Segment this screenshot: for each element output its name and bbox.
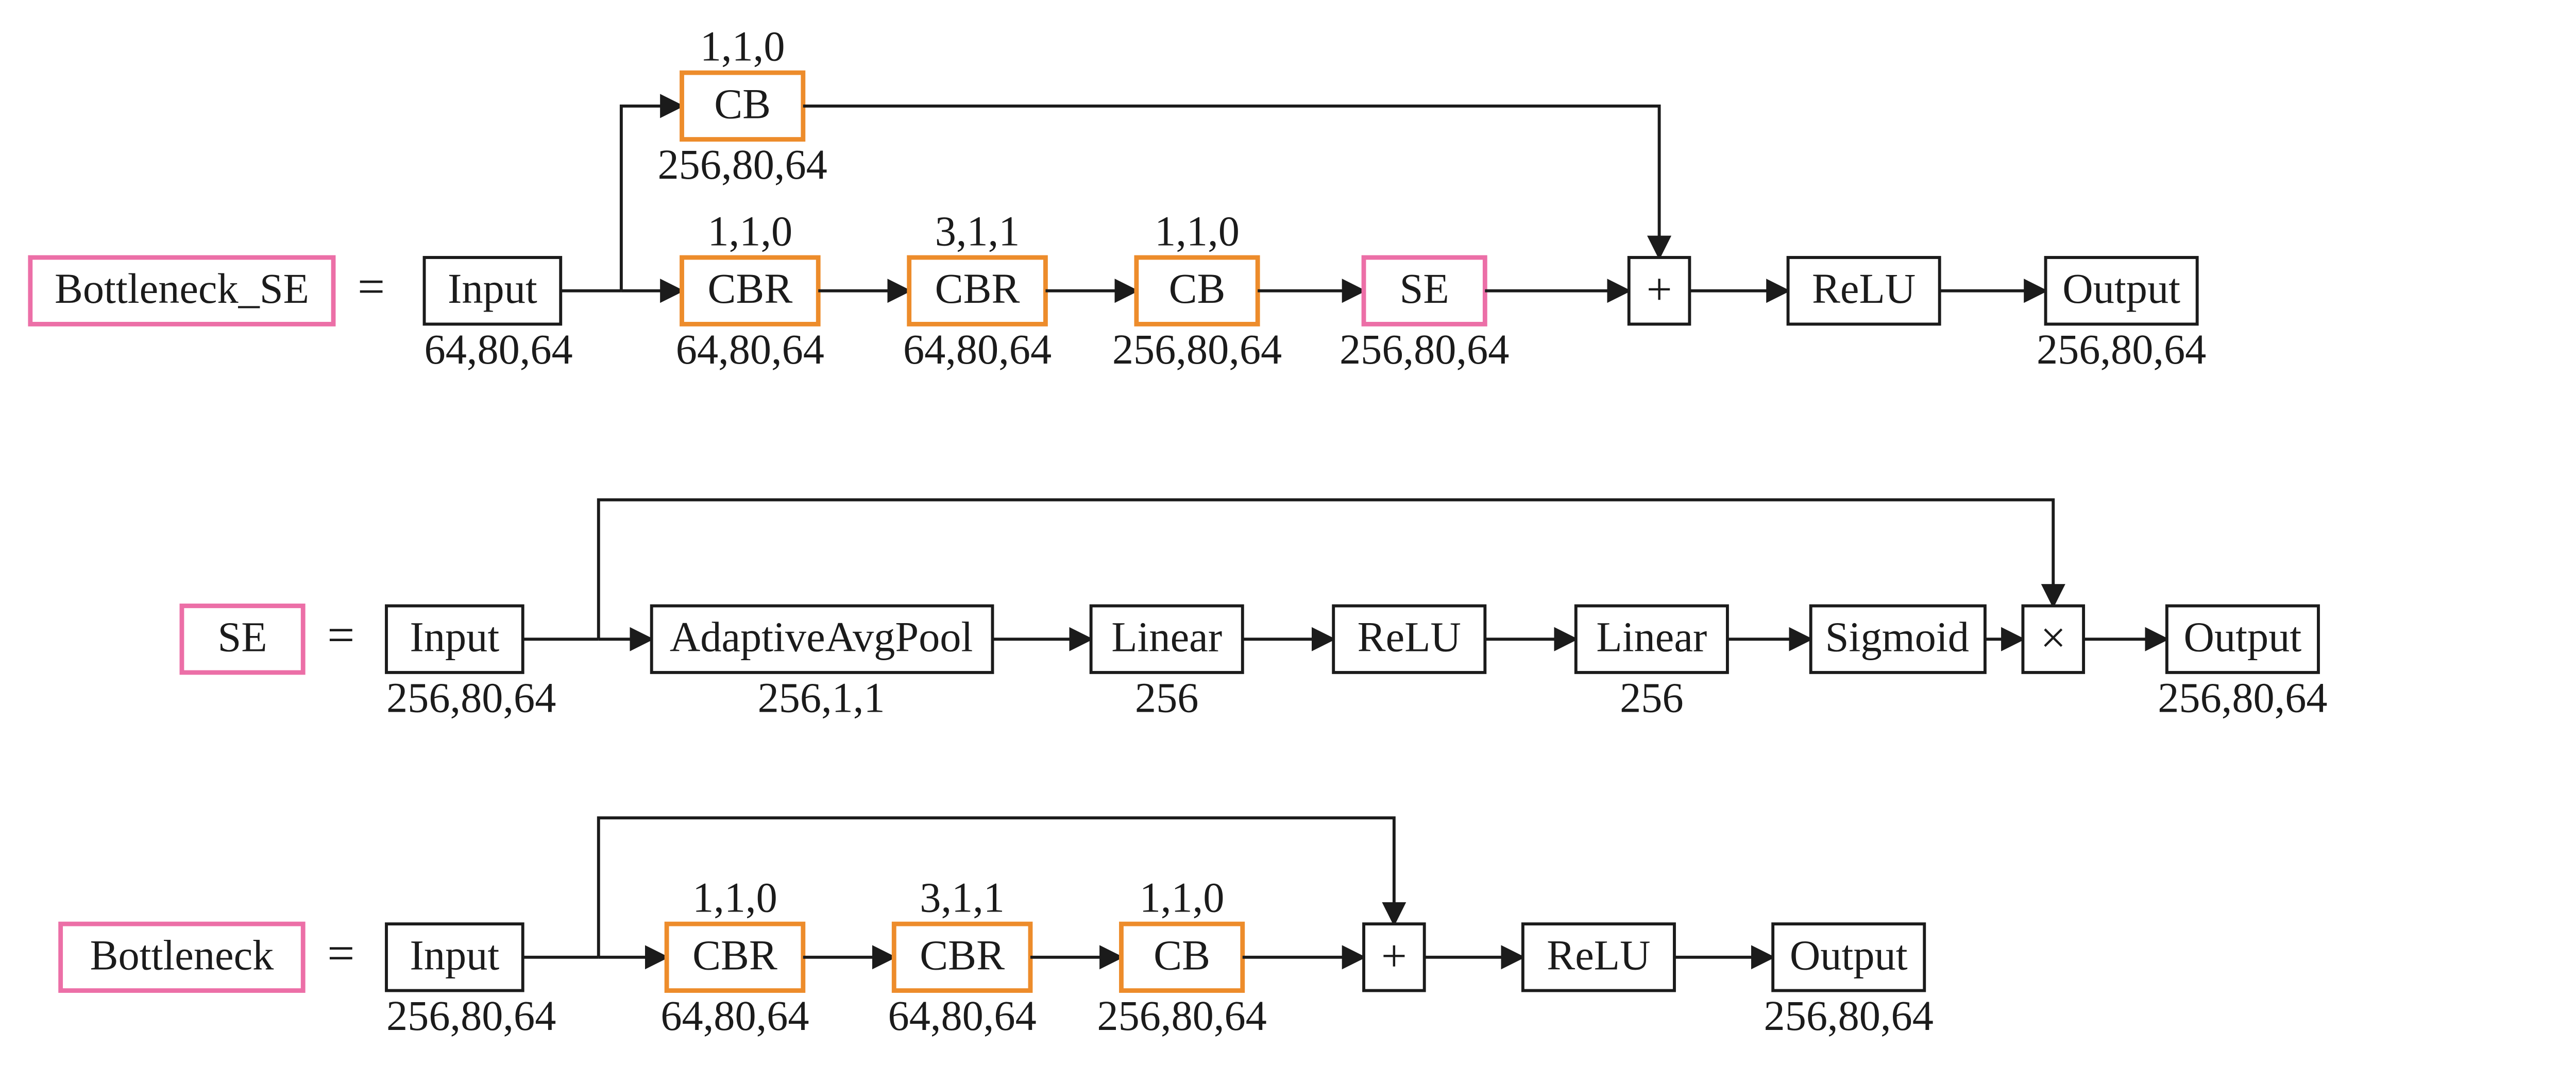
output-label: Output xyxy=(1790,932,1908,978)
cbr2-params: 3,1,1 xyxy=(935,208,1020,254)
mul-op: × xyxy=(2040,613,2066,663)
shortcut-cb-label: CB xyxy=(714,80,771,127)
output-shape: 256,80,64 xyxy=(2037,326,2206,373)
relu-label: ReLU xyxy=(1358,614,1461,661)
shortcut-cb-shape: 256,80,64 xyxy=(657,141,827,188)
input-shape: 256,80,64 xyxy=(386,992,556,1039)
linear1-label: Linear xyxy=(1111,614,1222,661)
cb-label: CB xyxy=(1154,932,1210,978)
cbr2-label: CBR xyxy=(920,932,1005,978)
input-label: Input xyxy=(410,614,499,661)
add-op: + xyxy=(1381,931,1407,981)
add-op: + xyxy=(1647,264,1672,315)
relu-label: ReLU xyxy=(1812,265,1916,312)
cbr2-params: 3,1,1 xyxy=(920,874,1005,921)
output-shape: 256,80,64 xyxy=(1764,992,1934,1039)
cb-params: 1,1,0 xyxy=(1155,208,1240,254)
sigmoid-label: Sigmoid xyxy=(1825,614,1969,661)
shortcut-cb-params: 1,1,0 xyxy=(700,23,785,70)
cbr1-shape: 64,80,64 xyxy=(660,992,809,1039)
output-shape: 256,80,64 xyxy=(2158,674,2327,721)
cb-label: CB xyxy=(1169,265,1226,312)
linear2-shape: 256 xyxy=(1620,674,1684,721)
cbr2-shape: 64,80,64 xyxy=(888,992,1037,1039)
cbr1-params: 1,1,0 xyxy=(692,874,777,921)
title-label: SE xyxy=(218,614,267,661)
cbr1-shape: 64,80,64 xyxy=(676,326,824,373)
pool-label: AdaptiveAvgPool xyxy=(670,614,973,661)
cbr2-label: CBR xyxy=(935,265,1020,312)
se-label: SE xyxy=(1400,265,1449,312)
diagram-canvas: Bottleneck_SE = Input 64,80,64 CB 1,1,0 … xyxy=(0,0,2576,1060)
pool-shape: 256,1,1 xyxy=(758,674,885,721)
equals-sign: = xyxy=(327,609,354,662)
row-bottleneck: Bottleneck = Input 256,80,64 CBR 1,1,0 6… xyxy=(61,818,1934,1039)
row-bottleneck-se: Bottleneck_SE = Input 64,80,64 CB 1,1,0 … xyxy=(30,23,2206,373)
input-shape: 256,80,64 xyxy=(386,674,556,721)
input-label: Input xyxy=(448,265,537,312)
relu-label: ReLU xyxy=(1547,932,1650,978)
cb-shape: 256,80,64 xyxy=(1112,326,1282,373)
cbr2-shape: 64,80,64 xyxy=(903,326,1052,373)
title-label: Bottleneck_SE xyxy=(55,265,309,312)
cbr1-label: CBR xyxy=(707,265,792,312)
output-label: Output xyxy=(2062,265,2180,312)
input-label: Input xyxy=(410,932,499,978)
equals-sign: = xyxy=(358,260,385,314)
output-label: Output xyxy=(2184,614,2302,661)
cbr1-params: 1,1,0 xyxy=(708,208,793,254)
title-label: Bottleneck xyxy=(90,932,275,978)
equals-sign: = xyxy=(327,926,354,980)
cb-shape: 256,80,64 xyxy=(1097,992,1266,1039)
linear1-shape: 256 xyxy=(1135,674,1199,721)
row-se: SE = Input 256,80,64 AdaptiveAvgPool 256… xyxy=(182,500,2328,721)
linear2-label: Linear xyxy=(1596,614,1707,661)
input-shape: 64,80,64 xyxy=(425,326,573,373)
cbr1-label: CBR xyxy=(692,932,777,978)
se-shape: 256,80,64 xyxy=(1340,326,1509,373)
cb-params: 1,1,0 xyxy=(1140,874,1225,921)
